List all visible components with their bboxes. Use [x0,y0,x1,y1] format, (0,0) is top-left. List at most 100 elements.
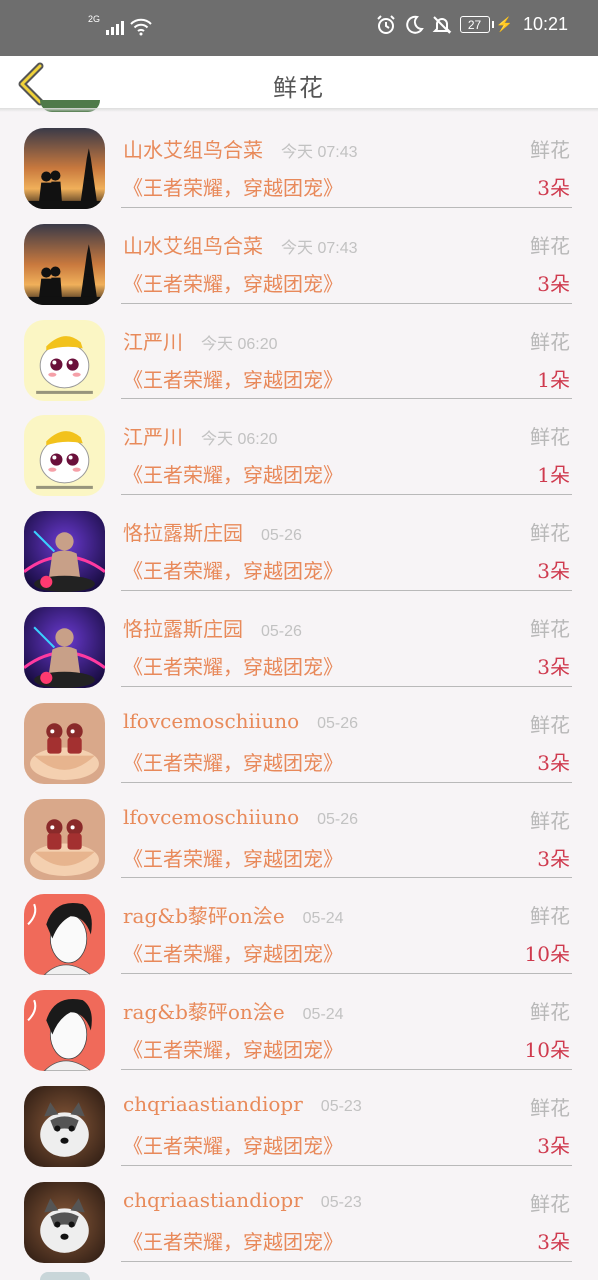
gift-count: 3朵 [537,1229,570,1254]
sunset-couple-image [24,223,105,305]
avatar[interactable] [24,415,105,497]
gift-count: 10朵 [524,942,570,967]
gift-count: 10朵 [524,1038,570,1063]
avatar[interactable] [24,128,105,209]
avatar[interactable] [24,990,105,1072]
book-title[interactable]: 《王者荣耀，穿越团宠》 [123,459,343,488]
partial-avatar-bottom [40,1272,90,1280]
sender-name[interactable]: lfovcemoschiiuno [123,709,299,733]
gift-type-label: 鲜花 [530,616,570,641]
sender-name[interactable]: lfovcemoschiiuno [123,805,299,829]
list-item-content: chqriaastiandiopr 05-23 鲜花 《王者荣耀，穿越团宠》 3… [121,1166,572,1262]
avatar[interactable] [24,702,105,784]
cartoon-bun-image [24,319,105,401]
list-item[interactable]: 恪拉露斯庄园 05-26 鲜花 《王者荣耀，穿越团宠》 3朵 [0,591,598,688]
gift-type-label: 鲜花 [530,904,570,929]
battery-level: 27 [467,17,482,32]
anime-boy-image [24,990,105,1072]
list-item[interactable]: lfovcemoschiiuno 05-26 鲜花 《王者荣耀，穿越团宠》 3朵 [0,687,598,784]
moon-icon [405,15,424,34]
list-item[interactable]: rag&b藜砰on浍e 05-24 鲜花 《王者荣耀，穿越团宠》 10朵 [0,974,598,1072]
avatar[interactable] [24,606,105,688]
sender-name[interactable]: 江严川 [123,326,183,355]
list-item-content: 恪拉露斯庄园 05-26 鲜花 《王者荣耀，穿越团宠》 3朵 [121,591,572,687]
gift-type-label: 鲜花 [530,233,570,258]
list-item[interactable]: chqriaastiandiopr 05-23 鲜花 《王者荣耀，穿越团宠》 3… [0,1166,598,1263]
sender-name[interactable]: 江严川 [123,421,183,450]
book-title[interactable]: 《王者荣耀，穿越团宠》 [123,1226,343,1255]
timestamp: 05-24 [302,910,344,928]
gift-count: 3朵 [537,559,570,584]
gift-type-label: 鲜花 [530,1095,570,1120]
avatar[interactable] [24,1085,105,1167]
list-item-content: 江严川 今天 06:20 鲜花 《王者荣耀，穿越团宠》 1朵 [121,399,572,496]
gift-type-label: 鲜花 [530,808,570,833]
list-item-content: rag&b藜砰on浍e 05-24 鲜花 《王者荣耀，穿越团宠》 10朵 [121,878,572,975]
avatar[interactable] [24,223,105,305]
list-item[interactable]: 山水艾组鸟合菜 今天 07:43 鲜花 《王者荣耀，穿越团宠》 3朵 [0,112,598,209]
timestamp: 05-26 [317,714,359,732]
gift-type-label: 鲜花 [530,521,570,546]
book-title[interactable]: 《王者荣耀，穿越团宠》 [123,938,343,967]
wifi-icon [130,18,152,36]
battery-icon: 27 ⚡ [459,16,513,33]
book-title[interactable]: 《王者荣耀，穿越团宠》 [123,268,343,297]
gift-count: 3朵 [537,750,570,775]
sender-name[interactable]: 恪拉露斯庄园 [123,613,243,642]
list-item[interactable]: rag&b藜砰on浍e 05-24 鲜花 《王者荣耀，穿越团宠》 10朵 [0,878,598,976]
list-item[interactable]: 山水艾组鸟合菜 今天 07:43 鲜花 《王者荣耀，穿越团宠》 3朵 [0,208,598,305]
husky-puppy-image [24,1085,105,1167]
book-title[interactable]: 《王者荣耀，穿越团宠》 [123,364,343,393]
sender-name[interactable]: rag&b藜砰on浍e [123,900,285,929]
gift-count: 1朵 [537,463,570,488]
anime-boy-image [24,894,105,976]
timestamp: 05-23 [320,1193,362,1211]
timestamp: 05-26 [261,622,302,640]
gift-list: 山水艾组鸟合菜 今天 07:43 鲜花 《王者荣耀，穿越团宠》 3朵 山水艾组鸟… [0,112,598,1263]
avatar[interactable] [24,798,105,880]
book-title[interactable]: 《王者荣耀，穿越团宠》 [123,651,343,680]
sender-name[interactable]: chqriaastiandiopr [123,1188,303,1212]
gift-count: 3朵 [537,1133,570,1158]
book-title[interactable]: 《王者荣耀，穿越团宠》 [123,747,343,776]
list-item-content: lfovcemoschiiuno 05-26 鲜花 《王者荣耀，穿越团宠》 3朵 [121,783,572,879]
dj-neon-image [24,606,105,688]
gift-count: 3朵 [537,176,570,200]
list-item[interactable]: chqriaastiandiopr 05-23 鲜花 《王者荣耀，穿越团宠》 3… [0,1070,598,1167]
sender-name[interactable]: chqriaastiandiopr [123,1092,303,1116]
list-item[interactable]: 恪拉露斯庄园 05-26 鲜花 《王者荣耀，穿越团宠》 3朵 [0,495,598,593]
sunset-couple-image [24,128,105,209]
signal-icon [106,19,125,35]
list-item[interactable]: 江严川 今天 06:20 鲜花 《王者荣耀，穿越团宠》 1朵 [0,304,598,401]
avatar[interactable] [24,894,105,976]
avatar[interactable] [24,1181,105,1263]
cup-dolls-image [24,702,105,784]
timestamp: 05-23 [320,1097,362,1115]
list-item-content: 山水艾组鸟合菜 今天 07:43 鲜花 《王者荣耀，穿越团宠》 3朵 [121,208,572,304]
avatar[interactable] [24,319,105,401]
mute-bell-icon [432,15,451,34]
sender-name[interactable]: 山水艾组鸟合菜 [123,230,263,259]
gift-count: 1朵 [537,367,570,392]
list-item[interactable]: 江严川 今天 06:20 鲜花 《王者荣耀，穿越团宠》 1朵 [0,399,598,497]
sender-name[interactable]: 山水艾组鸟合菜 [123,134,263,163]
sender-name[interactable]: rag&b藜砰on浍e [123,996,285,1025]
gift-type-label: 鲜花 [530,712,570,737]
cartoon-bun-image [24,415,105,497]
network-type: 2G [88,14,101,24]
avatar[interactable] [24,511,105,593]
list-item[interactable]: lfovcemoschiiuno 05-26 鲜花 《王者荣耀，穿越团宠》 3朵 [0,783,598,880]
book-title[interactable]: 《王者荣耀，穿越团宠》 [123,843,343,872]
list-item-content: 山水艾组鸟合菜 今天 07:43 鲜花 《王者荣耀，穿越团宠》 3朵 [121,112,572,208]
gift-type-label: 鲜花 [530,1000,570,1025]
book-title[interactable]: 《王者荣耀，穿越团宠》 [123,555,343,584]
list-item-content: lfovcemoschiiuno 05-26 鲜花 《王者荣耀，穿越团宠》 3朵 [121,687,572,783]
timestamp: 今天 06:20 [201,335,278,353]
book-title[interactable]: 《王者荣耀，穿越团宠》 [123,1130,343,1159]
book-title[interactable]: 《王者荣耀，穿越团宠》 [123,172,343,201]
gift-count: 3朵 [537,654,570,679]
sender-name[interactable]: 恪拉露斯庄园 [123,517,243,546]
status-left: 2G [88,14,152,36]
husky-puppy-image [24,1181,105,1263]
book-title[interactable]: 《王者荣耀，穿越团宠》 [123,1034,343,1063]
